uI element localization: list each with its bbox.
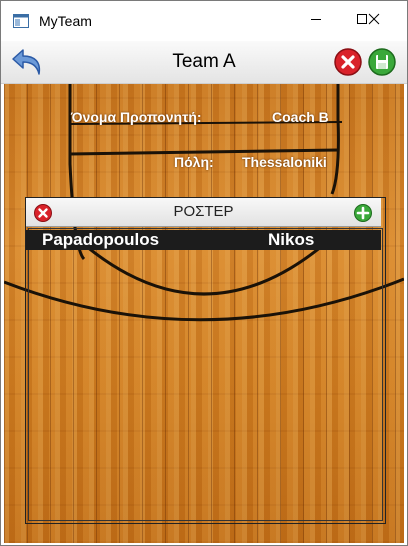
court-background: Όνομα Προπονητή: Coach B Πόλη: Thessalon…: [4, 84, 404, 543]
floppy-disk-icon: [368, 48, 396, 76]
player-surname: Papadopoulos: [42, 230, 160, 249]
window-title: MyTeam: [39, 13, 92, 29]
roster-panel: ΡΟΣΤΕΡ Papadopoulos Nikos: [25, 197, 386, 524]
app-window-icon: [13, 14, 29, 28]
delete-team-button[interactable]: [333, 47, 363, 77]
table-row[interactable]: Papadopoulos Nikos: [26, 230, 381, 250]
toolbar: Team A: [1, 41, 407, 84]
city-label: Πόλη:: [174, 154, 214, 170]
roster-list: [28, 228, 383, 521]
minimize-button[interactable]: [293, 1, 339, 41]
close-icon: [368, 12, 380, 30]
player-name: Nikos: [268, 230, 315, 249]
green-plus-icon: [354, 204, 372, 222]
coach-label: Όνομα Προπονητή:: [71, 109, 202, 125]
save-team-button[interactable]: [367, 47, 397, 77]
city-value: Thessaloniki: [242, 154, 327, 170]
title-bar[interactable]: MyTeam: [1, 1, 407, 41]
roster-header: ΡΟΣΤΕΡ: [26, 198, 381, 227]
minimize-icon: [310, 12, 322, 30]
coach-value: Coach B: [272, 109, 329, 125]
red-x-icon: [334, 48, 362, 76]
add-player-button[interactable]: [353, 203, 373, 223]
app-window: MyTeam Team A Όνομα Προπονητή: Coach B Π…: [0, 0, 408, 546]
window-close-button[interactable]: [351, 1, 397, 41]
roster-title: ΡΟΣΤΕΡ: [173, 203, 234, 220]
